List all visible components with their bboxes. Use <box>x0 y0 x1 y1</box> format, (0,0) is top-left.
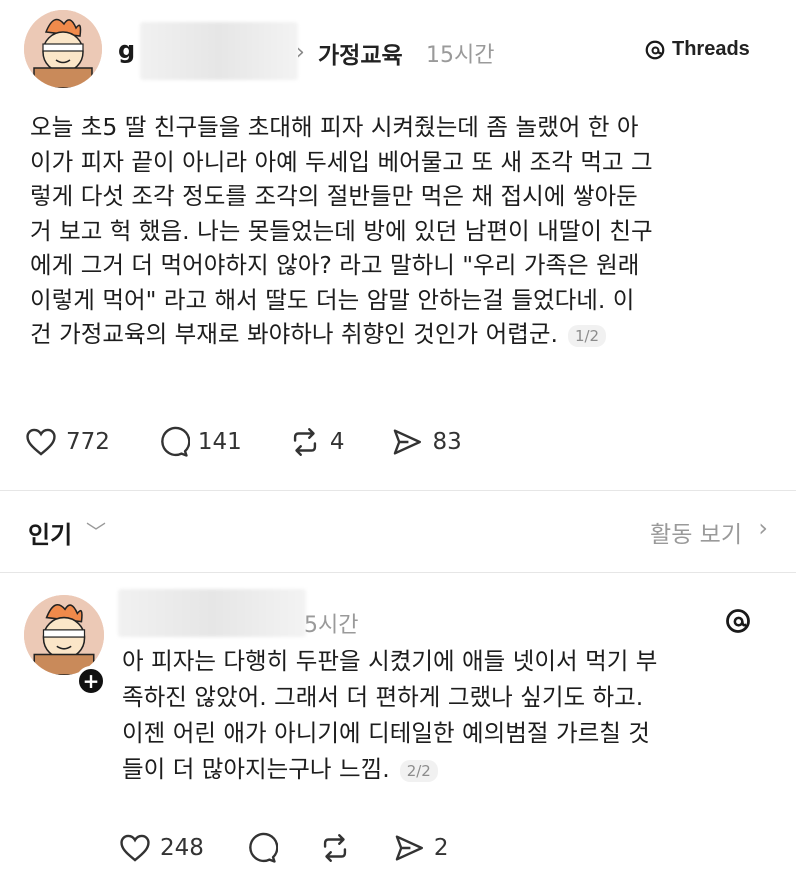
page-indicator: 1/2 <box>567 324 607 347</box>
repost-icon <box>293 428 316 456</box>
post-body-line: 렇게 다섯 조각 정도를 조각의 절반들만 먹은 채 접시에 쌓아둔 <box>30 182 638 210</box>
username[interactable]: g <box>118 36 135 64</box>
like-button[interactable]: 248 <box>118 831 204 865</box>
threads-label: Threads <box>672 38 750 60</box>
heart-icon <box>26 428 56 456</box>
comment-count: 141 <box>197 429 242 455</box>
reply-body: 아 피자는 다행히 두판을 시켰기에 애들 넷이서 먹기 부 족하진 않았어. … <box>122 643 772 787</box>
threads-logo-icon <box>645 40 665 59</box>
original-post: g › 가정교육 15시간 Threads 오늘 초5 딸 친구들을 초대해 피… <box>0 0 796 490</box>
avatar[interactable] <box>24 10 102 88</box>
redacted-username <box>140 22 298 80</box>
post-body-text: 건 가정교육의 부재로 봐야하나 취향인 것인가 어렵군. <box>30 320 558 348</box>
post-body-line: 에게 그거 더 먹어야하지 않아? 라고 말하니 "우리 가족은 원래 <box>30 251 640 279</box>
threads-badge[interactable]: Threads <box>644 38 750 61</box>
redacted-username <box>118 589 306 637</box>
heart-icon <box>120 834 150 862</box>
repost-icon <box>323 834 347 862</box>
comment-button[interactable]: 141 <box>156 425 242 459</box>
share-count: 83 <box>432 429 462 455</box>
send-icon <box>395 835 423 861</box>
post-header: g › 가정교육 15시간 Threads <box>118 22 768 80</box>
post-body-line: 오늘 초5 딸 친구들을 초대해 피자 시켜줬는데 좀 놀랬어 한 아 <box>30 113 639 141</box>
share-button[interactable]: 83 <box>390 425 462 459</box>
reply-body-line: 족하진 않았어. 그래서 더 편하게 그랬나 싶기도 하고. <box>122 683 644 711</box>
reply-body-text: 들이 더 많아지는구나 느낌. <box>122 755 390 783</box>
sort-dropdown[interactable]: 인기 <box>28 515 72 550</box>
send-icon <box>394 429 422 455</box>
reply-time: 5시간 <box>304 613 359 638</box>
repost-button[interactable]: 4 <box>288 425 345 459</box>
reply-actions: 248 2 <box>118 828 489 868</box>
page-indicator: 2/2 <box>399 759 438 782</box>
post-body-line: 이렇게 먹어" 라고 해서 딸도 더는 암말 안하는걸 들었다네. 이 <box>30 285 635 314</box>
chevron-right-icon[interactable]: › <box>758 514 768 542</box>
view-activity-link[interactable]: 활동 보기 <box>650 515 742 549</box>
divider <box>0 490 796 491</box>
repost-button[interactable] <box>318 831 352 865</box>
topic-tag[interactable]: 가정교육 <box>318 36 403 70</box>
post-body-line: 이가 피자 끝이 아니라 아예 두세입 베어물고 또 새 조각 먹고 그 <box>30 147 653 176</box>
follow-plus-icon[interactable]: + <box>76 666 106 696</box>
reply-body-line-last: 들이 더 많아지는구나 느낌. 2/2 <box>122 751 772 787</box>
post-body-line: 거 보고 헉 했음. 나는 못들었는데 방에 있던 남편이 내딸이 친구 <box>30 216 653 245</box>
comment-bubble-icon <box>161 426 190 457</box>
repost-count: 4 <box>329 429 345 455</box>
chevron-down-icon[interactable]: ﹀ <box>86 516 106 545</box>
like-count: 248 <box>160 835 204 861</box>
post-body: 오늘 초5 딸 친구들을 초대해 피자 시켜줬는데 좀 놀랬어 한 아 이가 피… <box>30 110 770 352</box>
comment-button[interactable] <box>244 831 278 865</box>
like-count: 772 <box>66 429 110 455</box>
chevron-right-icon: › <box>296 40 305 65</box>
like-button[interactable]: 772 <box>24 425 110 459</box>
share-button[interactable]: 2 <box>392 831 449 865</box>
avatar[interactable] <box>24 595 104 675</box>
post-body-line-last: 건 가정교육의 부재로 봐야하나 취향인 것인가 어렵군. 1/2 <box>30 317 770 352</box>
replies-sort-bar: 인기 ﹀ 활동 보기 › <box>0 505 796 555</box>
post-time: 15시간 <box>426 43 495 68</box>
threads-logo-icon[interactable] <box>724 607 752 635</box>
divider <box>0 572 796 573</box>
reply-body-line: 아 피자는 다행히 두판을 시켰기에 애들 넷이서 먹기 부 <box>122 647 658 675</box>
share-count: 2 <box>433 835 449 861</box>
reply-body-line: 이젠 어린 애가 아니기에 디테일한 예의범절 가르칠 것 <box>122 719 650 747</box>
comment-bubble-icon <box>249 832 278 863</box>
reply-post: + 5시간 아 피자는 다행히 두판을 시켰기에 애들 넷이서 먹기 부 족하진… <box>0 575 796 885</box>
post-actions: 772 141 4 83 <box>24 422 508 462</box>
